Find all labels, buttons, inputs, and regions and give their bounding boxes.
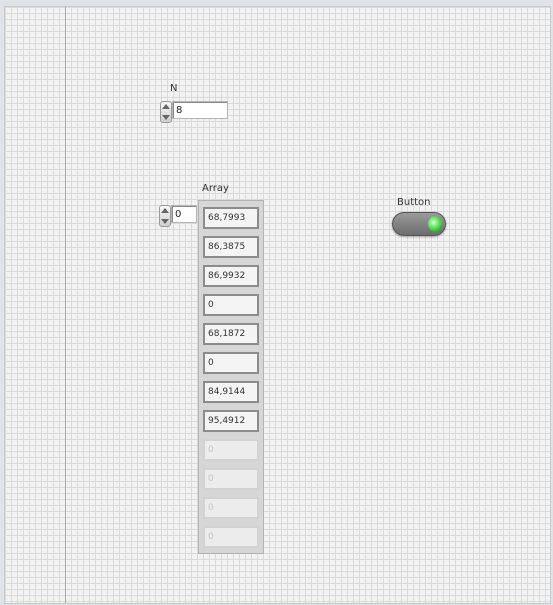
decrement-arrow-icon[interactable] bbox=[162, 115, 170, 120]
panel-divider bbox=[65, 7, 66, 603]
array-element-empty: 0 bbox=[203, 526, 259, 548]
array-element-empty: 0 bbox=[203, 439, 259, 461]
n-input[interactable]: 8 bbox=[172, 101, 228, 119]
increment-arrow-icon[interactable] bbox=[162, 104, 170, 109]
n-increment-spinner[interactable] bbox=[160, 101, 172, 123]
array-element: 84,9144 bbox=[203, 381, 259, 403]
array-index-spinner[interactable] bbox=[159, 205, 171, 227]
button-label: Button bbox=[397, 197, 431, 208]
array-element: 0 bbox=[203, 352, 259, 374]
array-element: 86,3875 bbox=[203, 236, 259, 258]
array-element: 68,1872 bbox=[203, 323, 259, 345]
array-container: 68,7993 86,3875 86,9932 0 68,1872 0 84,9… bbox=[198, 200, 264, 554]
array-element-empty: 0 bbox=[203, 497, 259, 519]
front-panel bbox=[4, 6, 551, 604]
array-element: 86,9932 bbox=[203, 265, 259, 287]
array-element: 68,7993 bbox=[203, 207, 259, 229]
array-index-input[interactable]: 0 bbox=[171, 205, 197, 223]
n-label: N bbox=[170, 83, 178, 94]
array-element: 0 bbox=[203, 294, 259, 316]
array-label: Array bbox=[202, 183, 229, 194]
led-indicator-icon bbox=[428, 216, 442, 232]
index-up-arrow-icon[interactable] bbox=[161, 208, 169, 213]
index-down-arrow-icon[interactable] bbox=[161, 219, 169, 224]
array-element: 95,4912 bbox=[203, 410, 259, 432]
toggle-button[interactable] bbox=[392, 212, 446, 236]
array-element-empty: 0 bbox=[203, 468, 259, 490]
